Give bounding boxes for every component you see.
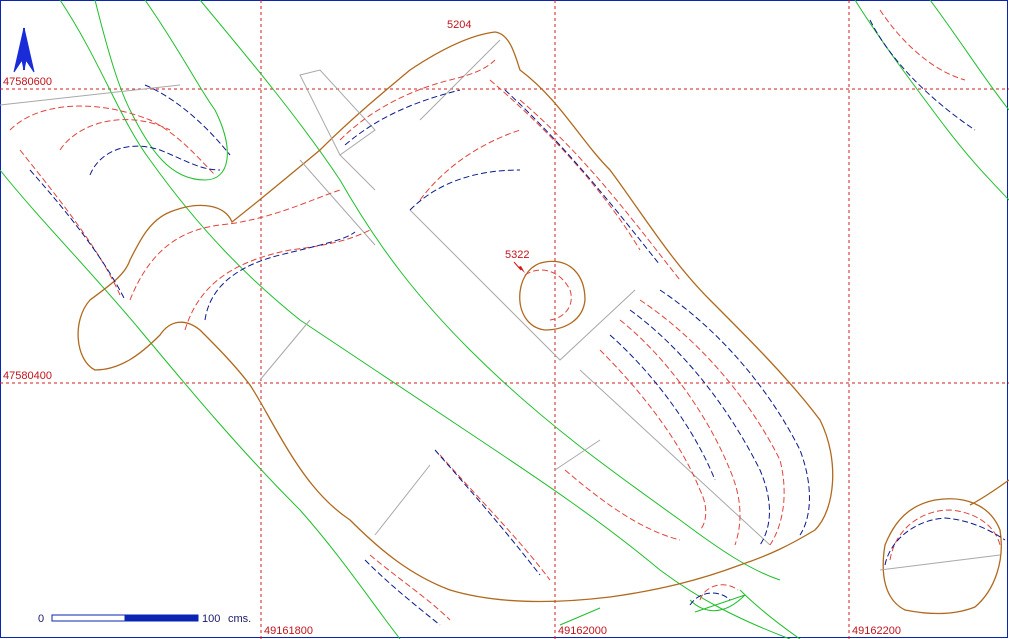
section-line-5 (409, 209, 636, 361)
terrain-line-5 (854, 0, 1009, 201)
north-arrow-icon (13, 27, 35, 73)
scale-bar-hollow (51, 614, 126, 622)
contour-red-6 (339, 59, 496, 141)
feature-label-5204: 5204 (447, 19, 471, 31)
section-line-7 (579, 369, 771, 546)
section-line-2 (299, 69, 376, 156)
contour-red-9 (519, 99, 681, 281)
scale-end-label: 100 (202, 613, 220, 625)
contour-red-2 (59, 119, 171, 151)
contour-blue-10 (609, 334, 716, 481)
contour-blue-9 (659, 289, 810, 536)
contour-blue-6 (409, 169, 521, 211)
boundary-5204 (77, 31, 834, 603)
contour-red-5 (184, 229, 371, 331)
grid-label-easting-3: 49162200 (852, 625, 901, 637)
contour-red-3 (19, 149, 121, 296)
grid-label-easting-1: 49161800 (264, 625, 313, 637)
contour-red-4 (129, 189, 341, 301)
contour-blue-8 (629, 309, 770, 546)
contour-blue-4 (204, 231, 356, 321)
section-line-11 (259, 319, 311, 381)
grid-label-easting-2: 49162000 (558, 625, 607, 637)
contour-blue-1 (89, 145, 221, 176)
scale-unit-label: cms. (228, 613, 251, 625)
contour-blue-13 (884, 517, 1006, 566)
scale-bar-filled (124, 614, 199, 622)
contour-red-8 (489, 79, 641, 251)
contour-red-14 (439, 454, 551, 581)
feature-arrow-5322 (513, 261, 525, 273)
contour-red-18 (699, 584, 739, 601)
feature-label-5322: 5322 (505, 249, 529, 261)
contour-blue-2 (144, 84, 231, 156)
contour-blue-5 (344, 89, 461, 146)
terrain-line-1 (0, 169, 401, 639)
contour-red-19 (879, 9, 966, 81)
section-line-8 (374, 464, 431, 536)
contour-red-15 (369, 554, 451, 621)
contour-red-16 (524, 269, 572, 321)
section-line-4 (339, 154, 376, 191)
boundary-east-edge (969, 479, 1009, 506)
contour-blue-12 (364, 559, 441, 626)
contour-red-1 (9, 105, 216, 176)
contour-red-7 (419, 129, 521, 201)
terrain-line-6 (929, 0, 1009, 111)
contour-blue-14 (869, 19, 976, 131)
boundary-east (882, 498, 1002, 615)
terrain-line-2 (59, 0, 791, 639)
scale-start-label: 0 (38, 613, 44, 625)
red-contours (9, 9, 1001, 621)
section-line-6 (419, 39, 501, 121)
terrain-line-3 (94, 0, 228, 181)
section-line-1 (0, 84, 181, 106)
map-frame (0, 0, 1008, 638)
scale-bar: 0 100 cms. (38, 613, 251, 625)
terrain-line-8 (739, 589, 801, 639)
contour-blue-3 (29, 169, 126, 301)
contour-red-12 (599, 349, 707, 531)
terrain-line-9 (559, 607, 601, 626)
section-line-10 (879, 554, 1001, 571)
grid-label-northing-1: 47580600 (3, 76, 52, 88)
excavation-boundaries (77, 31, 1009, 615)
grid-lines (0, 0, 1009, 639)
contour-blue-11 (434, 449, 541, 576)
contour-blue-7 (504, 89, 661, 266)
terrain-lines (0, 0, 1009, 639)
grid-label-northing-2: 47580400 (3, 370, 52, 382)
excavation-plan-map[interactable]: 0 100 cms. 47580600 47580400 49161800 49… (0, 0, 1009, 639)
section-line-3 (299, 159, 376, 246)
contour-red-13 (564, 469, 681, 541)
